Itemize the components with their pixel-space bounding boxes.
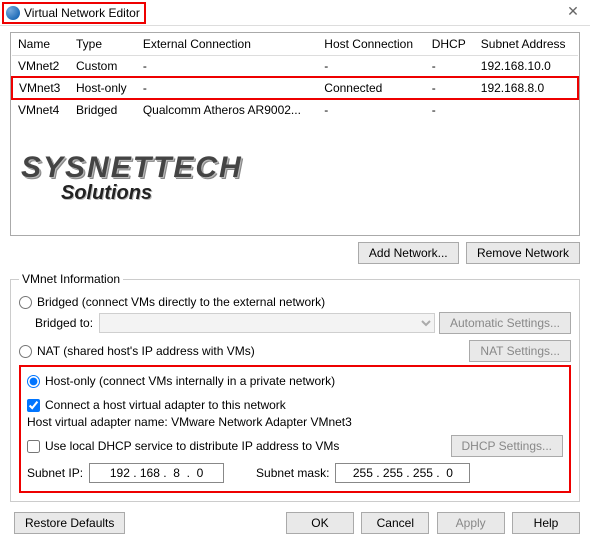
logo-watermark: SYSNETTECH Solutions [11,120,579,235]
connect-host-adapter-checkbox[interactable] [27,399,40,412]
subnet-mask-label: Subnet mask: [256,466,329,480]
nat-settings-button: NAT Settings... [469,340,571,362]
network-table: Name Type External Connection Host Conne… [10,32,580,236]
col-dhcp[interactable]: DHCP [426,33,475,56]
bridged-to-select [99,313,435,333]
cell: Custom [70,56,137,78]
bridged-label: Bridged (connect VMs directly to the ext… [37,295,325,309]
cell: - [137,77,318,99]
col-type[interactable]: Type [70,33,137,56]
add-network-button[interactable]: Add Network... [358,242,459,264]
bridged-radio[interactable] [19,296,32,309]
cell: Host-only [70,77,137,99]
subnet-mask-input[interactable] [335,463,470,483]
cell: VMnet4 [12,99,70,120]
table-row[interactable]: VMnet4 Bridged Qualcomm Atheros AR9002..… [12,99,578,120]
logo-line2: Solutions [61,183,243,203]
col-subnet[interactable]: Subnet Address [475,33,578,56]
close-icon[interactable]: ✕ [566,4,580,18]
col-ext[interactable]: External Connection [137,33,318,56]
automatic-settings-button: Automatic Settings... [439,312,571,334]
subnet-ip-input[interactable] [89,463,224,483]
cell: Connected [318,77,425,99]
window-title: Virtual Network Editor [24,6,140,20]
table-row[interactable]: VMnet2 Custom - - - 192.168.10.0 [12,56,578,78]
apply-button: Apply [437,512,505,534]
col-host[interactable]: Host Connection [318,33,425,56]
cell: VMnet3 [12,77,70,99]
ok-button[interactable]: OK [286,512,354,534]
cell: - [426,77,475,99]
cell: - [318,99,425,120]
help-button[interactable]: Help [512,512,580,534]
host-only-label: Host-only (connect VMs internally in a p… [45,374,335,388]
logo-line1: SYSNETTECH [21,153,243,183]
use-dhcp-checkbox[interactable] [27,440,40,453]
adapter-name-label: Host virtual adapter name: VMware Networ… [27,415,563,429]
connect-host-adapter-label: Connect a host virtual adapter to this n… [45,398,286,412]
subnet-ip-label: Subnet IP: [27,466,83,480]
use-dhcp-label: Use local DHCP service to distribute IP … [45,439,339,453]
vmnet-info-legend: VMnet Information [19,272,123,286]
cell: - [426,56,475,78]
table-row-selected[interactable]: VMnet3 Host-only - Connected - 192.168.8… [12,77,578,99]
bridged-to-label: Bridged to: [35,316,93,330]
cancel-button[interactable]: Cancel [361,512,429,534]
remove-network-button[interactable]: Remove Network [466,242,580,264]
nat-radio[interactable] [19,345,32,358]
nat-label: NAT (shared host's IP address with VMs) [37,344,255,358]
restore-defaults-button[interactable]: Restore Defaults [14,512,125,534]
cell: Qualcomm Atheros AR9002... [137,99,318,120]
cell: VMnet2 [12,56,70,78]
col-name[interactable]: Name [12,33,70,56]
cell: - [426,99,475,120]
host-only-radio[interactable] [27,375,40,388]
cell [475,99,578,120]
cell: 192.168.8.0 [475,77,578,99]
cell: - [318,56,425,78]
app-icon [6,6,20,20]
cell: - [137,56,318,78]
cell: Bridged [70,99,137,120]
dhcp-settings-button: DHCP Settings... [451,435,563,457]
cell: 192.168.10.0 [475,56,578,78]
